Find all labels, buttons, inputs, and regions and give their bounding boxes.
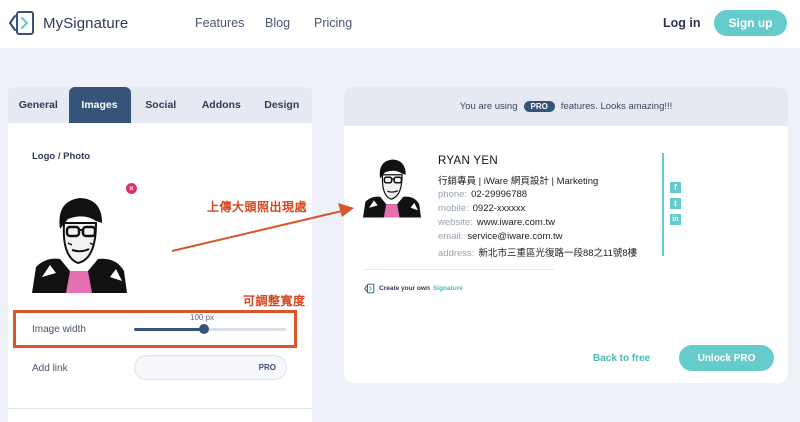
top-nav-bar: MySignature Features Blog Pricing Log in…: [0, 0, 800, 48]
banner-text-left: You are using: [459, 101, 518, 112]
signature-phone: phone: 02-29996788: [438, 189, 527, 200]
pro-badge: PRO: [258, 363, 276, 372]
tab-addons[interactable]: Addons: [191, 87, 252, 123]
signature-photo: [363, 159, 421, 218]
brand-name: MySignature: [43, 14, 129, 32]
images-panel: Logo / Photo × Image width 100 px Add li…: [8, 123, 312, 422]
create-own-text: Create your own: [379, 285, 430, 292]
avatar-photo[interactable]: [32, 193, 127, 293]
login-link[interactable]: Log in: [663, 16, 701, 30]
facebook-icon[interactable]: f: [670, 182, 681, 193]
phone-key: phone:: [438, 189, 468, 200]
unlock-pro-button[interactable]: Unlock PRO: [679, 345, 774, 371]
back-to-free-link[interactable]: Back to free: [593, 353, 650, 364]
width-annotation: 可調整寬度: [243, 294, 306, 308]
signature-divider: [662, 153, 664, 256]
tab-design[interactable]: Design: [252, 87, 313, 123]
create-own-signature-link[interactable]: Create your own Signature: [364, 283, 463, 294]
create-own-accent: Signature: [432, 285, 463, 292]
brand-logo-icon: [8, 11, 34, 35]
upload-annotation: 上傳大頭照出現處: [207, 200, 308, 214]
website-value: www.iware.com.tw: [476, 217, 555, 228]
pro-banner: You are using PRO features. Looks amazin…: [344, 87, 788, 126]
editor-tabs: General Images Social Addons Design: [8, 87, 312, 123]
signature-title: 行銷專員 | iWare 網頁設計 | Marketing: [438, 176, 599, 187]
twitter-icon[interactable]: t: [670, 198, 681, 209]
signature-mobile: mobile: 0922-xxxxxx: [438, 203, 525, 214]
phone-value: 02-29996788: [471, 189, 528, 200]
website-key: website:: [438, 217, 473, 228]
brand-logo[interactable]: MySignature: [8, 9, 128, 37]
banner-text-right: features. Looks amazing!!!: [560, 101, 673, 112]
signature-address: address: 新北市三重區光復路一段88之11號8樓: [438, 245, 637, 259]
address-key: address:: [438, 248, 475, 259]
signature-email: email: service@iware.com.tw: [438, 231, 563, 242]
divider: [8, 408, 312, 409]
signature-preview: You are using PRO features. Looks amazin…: [344, 87, 788, 383]
mobile-value: 0922-xxxxxx: [472, 203, 526, 214]
mobile-key: mobile:: [438, 203, 469, 214]
signature-footer-divider: [364, 269, 554, 270]
nav-features-link[interactable]: Features: [195, 16, 244, 30]
mini-logo-icon: [364, 283, 375, 294]
nav-blog-link[interactable]: Blog: [265, 16, 290, 30]
tab-images[interactable]: Images: [68, 87, 131, 123]
add-link-label: Add link: [32, 363, 68, 374]
nav-pricing-link[interactable]: Pricing: [314, 16, 352, 30]
remove-photo-icon[interactable]: ×: [126, 183, 137, 194]
width-annotation-box: [13, 310, 297, 348]
pro-pill: PRO: [523, 101, 555, 112]
signature-website: website: www.iware.com.tw: [438, 217, 555, 228]
tab-social[interactable]: Social: [131, 87, 192, 123]
linkedin-icon[interactable]: in: [670, 214, 681, 225]
address-value: 新北市三重區光復路一段88之11號8樓: [478, 248, 638, 259]
add-link-input[interactable]: PRO: [134, 355, 287, 380]
logo-photo-label: Logo / Photo: [32, 151, 91, 162]
tab-general[interactable]: General: [8, 87, 69, 123]
email-value: service@iware.com.tw: [467, 231, 563, 242]
signup-button[interactable]: Sign up: [714, 10, 787, 36]
email-key: email:: [438, 231, 464, 242]
signature-name: RYAN YEN: [438, 155, 498, 167]
